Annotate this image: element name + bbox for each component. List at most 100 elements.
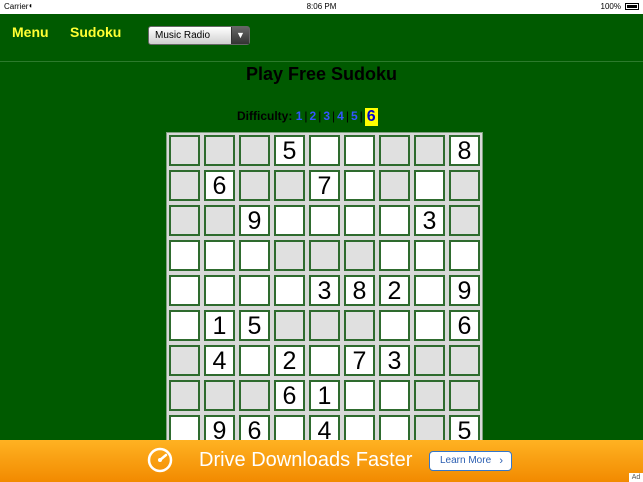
header-divider	[0, 61, 643, 62]
sudoku-cell[interactable]	[274, 240, 305, 271]
sudoku-cell[interactable]	[344, 205, 375, 236]
sudoku-cell[interactable]	[169, 205, 200, 236]
ad-banner[interactable]: Drive Downloads Faster Learn More › Ad	[0, 440, 643, 482]
sudoku-cell[interactable]	[344, 170, 375, 201]
sudoku-cell[interactable]: 5	[239, 310, 270, 341]
sudoku-cell[interactable]	[309, 240, 340, 271]
sudoku-cell[interactable]	[344, 135, 375, 166]
sudoku-cell[interactable]	[414, 310, 445, 341]
sudoku-cell[interactable]	[379, 380, 410, 411]
sudoku-cell[interactable]	[239, 135, 270, 166]
difficulty-level-current[interactable]: 6	[364, 108, 378, 126]
difficulty-level-5[interactable]: 5	[351, 109, 358, 123]
sudoku-cell[interactable]: 6	[204, 170, 235, 201]
sudoku-cell[interactable]	[204, 135, 235, 166]
sudoku-cell[interactable]: 1	[309, 380, 340, 411]
sudoku-cell[interactable]	[414, 240, 445, 271]
sudoku-cell[interactable]	[169, 135, 200, 166]
difficulty-label: Difficulty:	[237, 109, 293, 123]
sudoku-cell[interactable]	[239, 345, 270, 376]
sudoku-cell[interactable]	[414, 380, 445, 411]
sudoku-cell[interactable]	[379, 240, 410, 271]
sudoku-cell[interactable]	[379, 205, 410, 236]
sudoku-cell[interactable]: 4	[204, 345, 235, 376]
separator: |	[304, 109, 308, 123]
sudoku-cell[interactable]	[169, 275, 200, 306]
sudoku-cell[interactable]	[309, 205, 340, 236]
station-select[interactable]: Music Radio ▼	[148, 26, 250, 45]
battery-percent: 100%	[600, 2, 621, 11]
sudoku-cell[interactable]	[169, 345, 200, 376]
sudoku-cell[interactable]	[274, 275, 305, 306]
sudoku-link[interactable]: Sudoku	[70, 24, 121, 40]
sudoku-cell[interactable]	[204, 275, 235, 306]
sudoku-cell[interactable]	[239, 275, 270, 306]
sudoku-cell[interactable]	[449, 345, 480, 376]
sudoku-cell[interactable]: 5	[274, 135, 305, 166]
sudoku-cell[interactable]	[344, 310, 375, 341]
sudoku-cell[interactable]	[414, 170, 445, 201]
sudoku-cell[interactable]	[204, 380, 235, 411]
difficulty-level-4[interactable]: 4	[337, 109, 344, 123]
difficulty-level-1[interactable]: 1	[296, 109, 303, 123]
sudoku-cell[interactable]: 9	[239, 205, 270, 236]
sudoku-cell[interactable]	[169, 310, 200, 341]
sudoku-cell[interactable]	[169, 240, 200, 271]
sudoku-cell[interactable]	[274, 170, 305, 201]
sudoku-cell[interactable]: 8	[449, 135, 480, 166]
sudoku-cell[interactable]: 6	[274, 380, 305, 411]
sudoku-cell[interactable]	[379, 310, 410, 341]
battery-icon	[625, 3, 639, 10]
sudoku-cell[interactable]	[344, 380, 375, 411]
sudoku-cell[interactable]	[239, 170, 270, 201]
app-header: Menu Sudoku Music Radio ▼	[0, 14, 643, 61]
sudoku-cell[interactable]	[274, 205, 305, 236]
sudoku-cell[interactable]: 3	[414, 205, 445, 236]
chevron-right-icon: ›	[499, 455, 503, 467]
sudoku-cell[interactable]	[309, 345, 340, 376]
sudoku-cell[interactable]	[449, 240, 480, 271]
sudoku-cell[interactable]	[414, 135, 445, 166]
sudoku-cell[interactable]	[239, 380, 270, 411]
sudoku-cell[interactable]	[414, 345, 445, 376]
sudoku-cell[interactable]	[239, 240, 270, 271]
sudoku-cell[interactable]	[204, 205, 235, 236]
difficulty-level-3[interactable]: 3	[323, 109, 330, 123]
sudoku-cell[interactable]	[309, 135, 340, 166]
sudoku-cell[interactable]	[169, 380, 200, 411]
sudoku-cell[interactable]	[449, 170, 480, 201]
separator: |	[345, 109, 349, 123]
sudoku-cell[interactable]	[379, 170, 410, 201]
sudoku-cell[interactable]	[449, 380, 480, 411]
sudoku-cell[interactable]: 3	[309, 275, 340, 306]
sudoku-cell[interactable]	[169, 170, 200, 201]
sudoku-cell[interactable]	[309, 310, 340, 341]
sudoku-cell[interactable]	[344, 240, 375, 271]
station-select-value: Music Radio	[155, 30, 211, 41]
sudoku-cell[interactable]: 1	[204, 310, 235, 341]
sudoku-cell[interactable]: 2	[274, 345, 305, 376]
chevron-down-icon: ▼	[231, 27, 249, 44]
sudoku-cell[interactable]: 3	[379, 345, 410, 376]
learn-more-button[interactable]: Learn More ›	[429, 451, 512, 471]
sudoku-cell[interactable]: 2	[379, 275, 410, 306]
sudoku-cell[interactable]	[379, 135, 410, 166]
ad-badge: Ad	[629, 473, 643, 482]
sudoku-cell[interactable]	[414, 275, 445, 306]
separator: |	[332, 109, 336, 123]
difficulty-level-2[interactable]: 2	[310, 109, 317, 123]
separator: |	[359, 109, 363, 123]
sudoku-cell[interactable]	[274, 310, 305, 341]
sudoku-cell[interactable]: 9	[449, 275, 480, 306]
separator: |	[318, 109, 322, 123]
learn-more-label: Learn More	[440, 455, 492, 466]
sudoku-cell[interactable]: 7	[309, 170, 340, 201]
sudoku-cell[interactable]: 6	[449, 310, 480, 341]
sudoku-cell[interactable]	[449, 205, 480, 236]
menu-link[interactable]: Menu	[12, 24, 49, 40]
difficulty-selector: Difficulty: 1 | 2 | 3 | 4 | 5 | 6	[237, 108, 378, 128]
sudoku-cell[interactable]: 7	[344, 345, 375, 376]
sudoku-cell[interactable]	[204, 240, 235, 271]
sudoku-cell[interactable]: 8	[344, 275, 375, 306]
status-time: 8:06 PM	[306, 2, 337, 11]
